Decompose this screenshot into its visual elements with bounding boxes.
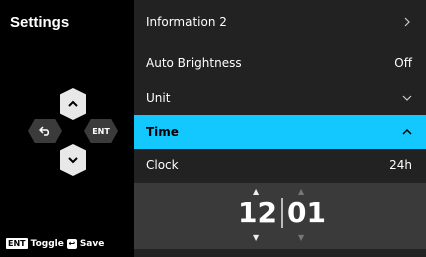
dpad: ENT — [28, 88, 118, 184]
minutes-field[interactable]: 01 — [287, 196, 326, 229]
dpad-down-button[interactable] — [60, 144, 86, 176]
row-value: 24h — [389, 158, 412, 172]
minute-down-icon[interactable]: ▼ — [298, 233, 304, 242]
settings-list: Information 2 Auto Brightness Off Unit T… — [134, 0, 426, 257]
row-clock[interactable]: Clock 24h — [134, 148, 426, 182]
row-value: Off — [394, 56, 412, 70]
row-time[interactable]: Time — [134, 115, 426, 149]
hour-down-icon[interactable]: ▼ — [253, 233, 259, 242]
toggle-label: Toggle — [30, 238, 64, 249]
save-label: Save — [79, 238, 105, 249]
page-title: Settings — [10, 14, 70, 31]
left-panel: Settings ENT ENT Toggle ↩ Save — [0, 0, 133, 257]
row-information-2[interactable]: Information 2 — [134, 5, 426, 39]
dpad-up-button[interactable] — [60, 88, 86, 120]
row-label: Clock — [146, 158, 179, 172]
row-label: Information 2 — [146, 15, 227, 29]
time-digits: 12 01 — [238, 196, 326, 229]
hour-up-icon[interactable]: ▲ — [253, 187, 259, 196]
row-unit[interactable]: Unit — [134, 81, 426, 115]
footer-hints: ENT Toggle ↩ Save — [6, 238, 104, 249]
row-auto-brightness[interactable]: Auto Brightness Off — [134, 46, 426, 80]
save-icon: ↩ — [66, 238, 77, 249]
time-editor: ▲ ▲ 12 01 ▼ ▼ — [134, 183, 426, 249]
chevron-right-icon — [404, 17, 410, 27]
row-label: Auto Brightness — [146, 56, 242, 70]
chevron-down-icon — [402, 95, 412, 101]
chevron-up-icon — [402, 128, 412, 135]
minute-up-icon[interactable]: ▲ — [298, 187, 304, 196]
row-label: Unit — [146, 91, 171, 105]
hours-field[interactable]: 12 — [238, 196, 277, 229]
ent-key-badge: ENT — [6, 238, 28, 249]
dpad-back-button[interactable] — [28, 119, 62, 143]
chevron-down-icon — [68, 157, 78, 164]
dpad-enter-button[interactable]: ENT — [84, 119, 118, 143]
chevron-up-icon — [68, 100, 78, 107]
back-icon — [39, 126, 50, 136]
time-separator — [280, 197, 283, 228]
row-label: Time — [146, 125, 179, 139]
